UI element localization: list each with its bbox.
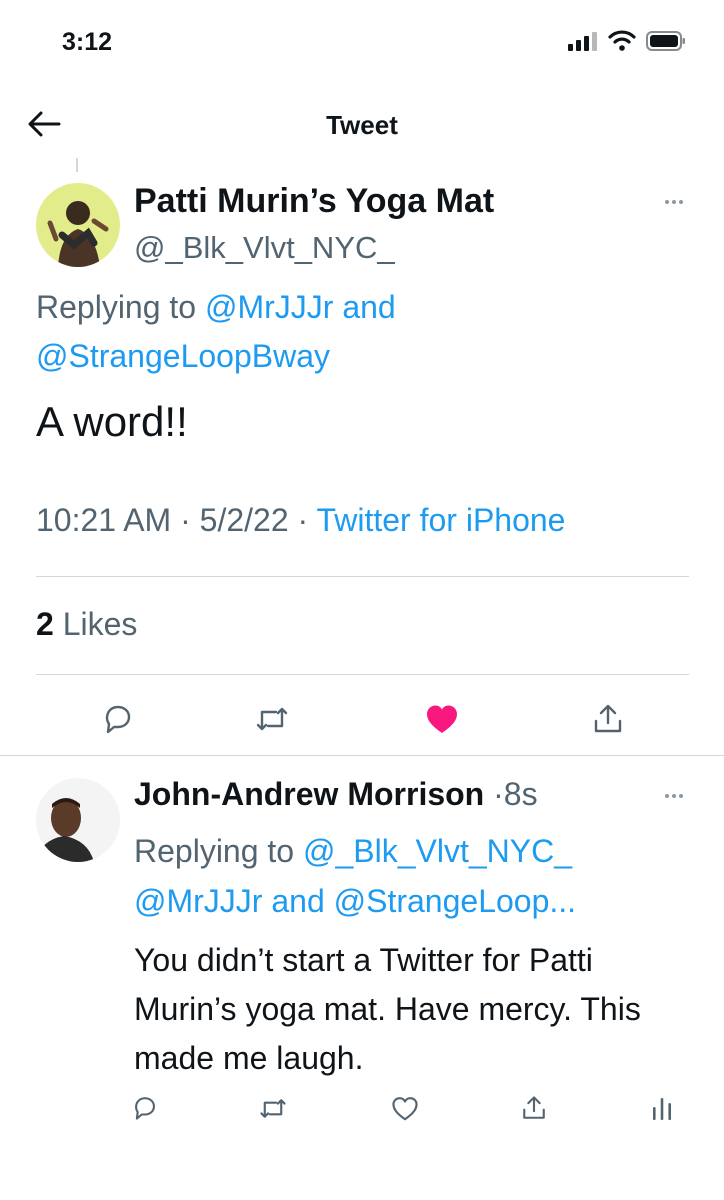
reply-like-button[interactable]	[385, 1088, 425, 1128]
reply-icon	[135, 1097, 155, 1120]
nav-header: Tweet	[0, 90, 724, 158]
main-author-name[interactable]: Patti Murin’s Yoga Mat	[134, 182, 494, 221]
mention-link[interactable]: @StrangeLoop...	[334, 883, 576, 919]
main-replying-to: Replying to @MrJJJr and @StrangeLoopBway	[36, 283, 696, 381]
tweet-time: 10:21 AM	[36, 502, 172, 538]
main-more-button[interactable]	[659, 192, 689, 212]
retweet-icon	[260, 1098, 286, 1118]
share-button[interactable]	[584, 695, 632, 743]
status-time: 3:12	[62, 28, 113, 56]
reply-separator: ·	[493, 776, 504, 812]
replying-to-label: Replying to	[36, 289, 197, 325]
likes-label: Likes	[62, 606, 138, 642]
reply-retweet-button[interactable]	[253, 1088, 293, 1128]
reply-button[interactable]	[94, 695, 142, 743]
reply-icon	[105, 705, 131, 734]
main-author-avatar[interactable]	[36, 183, 120, 267]
more-icon	[665, 200, 669, 204]
status-icons	[568, 30, 686, 52]
likes-count: 2	[36, 606, 54, 642]
mention-and[interactable]: and	[271, 883, 324, 919]
thread-line	[76, 158, 78, 172]
reply-share-button[interactable]	[514, 1088, 554, 1128]
reply-tweet-text: You didn’t start a Twitter for Patti Mur…	[134, 942, 641, 1076]
mention-link[interactable]: @MrJJJr	[134, 883, 262, 919]
share-icon	[594, 704, 622, 733]
meta-separator: ·	[180, 502, 191, 538]
heart-icon	[427, 705, 457, 733]
reply-author-name[interactable]: John-Andrew Morrison	[134, 776, 484, 812]
reply-more-button[interactable]	[659, 786, 689, 806]
more-icon	[665, 794, 669, 798]
retweet-button[interactable]	[248, 695, 296, 743]
mention-link[interactable]: @_Blk_Vlvt_NYC_	[303, 833, 572, 869]
status-bar: 3:12	[0, 0, 724, 90]
reply-replying-to: Replying to @_Blk_Vlvt_NYC_ @MrJJJr and …	[134, 826, 694, 926]
battery-icon	[646, 31, 685, 51]
like-button[interactable]	[418, 695, 466, 743]
wifi-icon	[608, 30, 636, 51]
share-icon	[523, 1096, 545, 1119]
heart-icon	[392, 1096, 418, 1120]
tweet-source-link[interactable]: Twitter for iPhone	[316, 502, 565, 538]
likes-count-link[interactable]: 2 Likes	[36, 606, 137, 643]
reply-author-avatar[interactable]	[36, 778, 120, 862]
reply-header: John-Andrew Morrison ·8s	[134, 776, 538, 813]
reply-reply-button[interactable]	[125, 1088, 165, 1128]
meta-separator: ·	[297, 502, 309, 538]
reply-time[interactable]: 8s	[504, 776, 538, 812]
mention-link[interactable]: @StrangeLoopBway	[36, 338, 330, 374]
mention-and[interactable]: and	[342, 289, 395, 325]
tweet-meta: 10:21 AM · 5/2/22 · Twitter for iPhone	[36, 502, 565, 539]
main-tweet-text: A word!!	[36, 398, 188, 445]
replying-to-label: Replying to	[134, 833, 295, 869]
page-title: Tweet	[326, 110, 398, 140]
mention-link[interactable]: @MrJJJr	[205, 289, 333, 325]
main-author-handle[interactable]: @_Blk_Vlvt_NYC_	[134, 230, 395, 266]
reply-analytics-button[interactable]	[642, 1088, 682, 1128]
divider	[0, 755, 724, 756]
retweet-icon	[256, 707, 288, 731]
signal-icon	[568, 32, 597, 51]
tweet-date: 5/2/22	[199, 502, 289, 538]
divider	[36, 674, 689, 675]
divider	[36, 576, 689, 577]
analytics-icon	[653, 1098, 671, 1120]
